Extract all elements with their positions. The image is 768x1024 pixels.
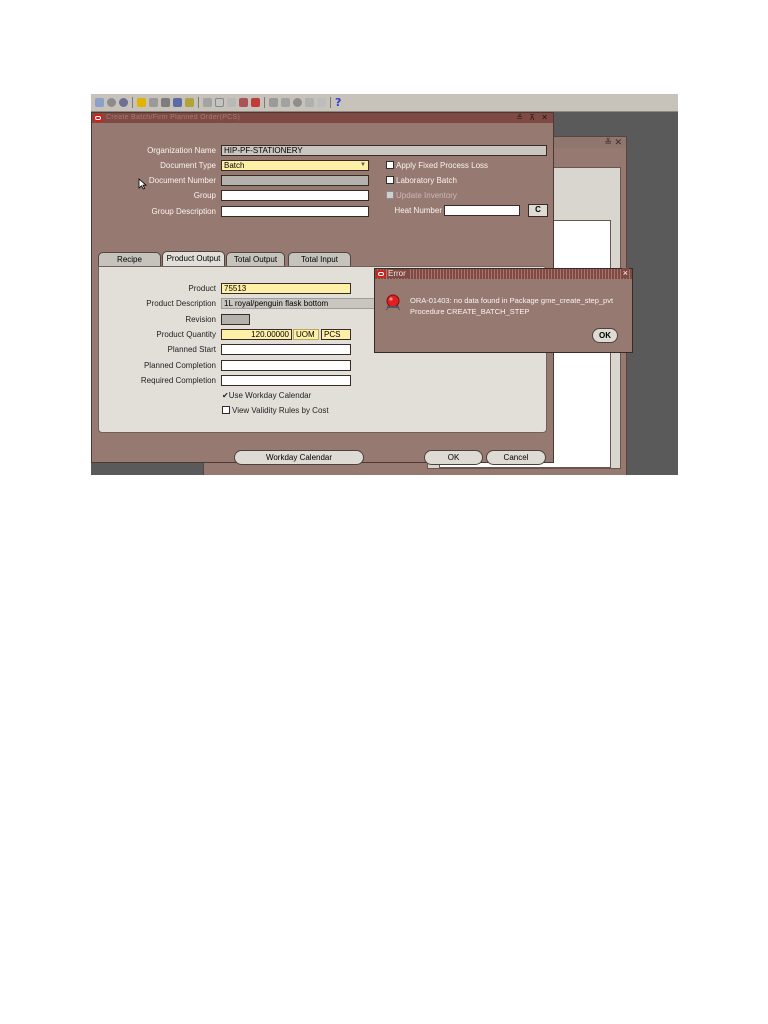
find-icon[interactable] bbox=[107, 98, 116, 107]
close-form-icon[interactable] bbox=[173, 98, 182, 107]
error-dialog: Error × ORA-01403: no data found in Pack… bbox=[374, 268, 633, 353]
tab-product-output[interactable]: Product Output bbox=[162, 251, 225, 267]
new-icon[interactable] bbox=[95, 98, 104, 107]
document-number-field[interactable] bbox=[221, 175, 369, 186]
update-inventory-checkbox: Update Inventory bbox=[386, 191, 457, 200]
error-message-line-2: Procedure CREATE_BATCH_STEP bbox=[410, 307, 530, 316]
toolbar: ? bbox=[91, 94, 678, 112]
ok-button[interactable]: OK bbox=[424, 450, 483, 465]
checkmark-icon: ✔ bbox=[222, 391, 229, 400]
laboratory-batch-label: Laboratory Batch bbox=[396, 176, 457, 185]
checkbox-box bbox=[386, 161, 394, 169]
checkbox-box bbox=[222, 406, 230, 414]
error-dialog-title: Error bbox=[388, 269, 409, 278]
translations-icon[interactable] bbox=[293, 98, 302, 107]
heat-number-lov-label: C bbox=[535, 205, 541, 214]
help-icon[interactable]: ? bbox=[335, 96, 341, 109]
heat-number-lov-button[interactable]: C bbox=[528, 204, 548, 217]
close-icon[interactable]: × bbox=[621, 268, 629, 278]
uom-label: UOM bbox=[293, 329, 319, 340]
toolbar-separator bbox=[132, 97, 133, 108]
window-controls[interactable]: ≚ ⊼ ✕ bbox=[516, 113, 550, 122]
chevron-down-icon[interactable]: ▼ bbox=[360, 161, 366, 170]
view-validity-rules-label: View Validity Rules by Cost bbox=[232, 406, 329, 415]
oracle-icon bbox=[93, 114, 103, 122]
save-icon[interactable] bbox=[149, 98, 158, 107]
planned-completion-label: Planned Completion bbox=[143, 361, 216, 370]
product-description-field: 1L royal/penguin flask bottom bbox=[221, 298, 381, 309]
folder-tools-icon[interactable] bbox=[305, 98, 314, 107]
group-field[interactable] bbox=[221, 190, 369, 201]
apply-fixed-process-loss-label: Apply Fixed Process Loss bbox=[396, 161, 489, 170]
planned-start-label: Planned Start bbox=[167, 345, 216, 354]
tab-total-input-label: Total Input bbox=[301, 255, 338, 264]
heat-number-label: Heat Number bbox=[394, 206, 442, 215]
tab-total-input[interactable]: Total Input bbox=[288, 252, 351, 266]
apply-fixed-process-loss-checkbox[interactable]: Apply Fixed Process Loss bbox=[386, 161, 488, 170]
workday-calendar-button[interactable]: Workday Calendar bbox=[234, 450, 364, 465]
document-number-label: Document Number bbox=[148, 176, 216, 185]
window-title-bar[interactable]: Create Batch/Firm Planned Order(PCS) ≚ ⊼… bbox=[92, 113, 553, 123]
mouse-pointer-icon bbox=[138, 178, 147, 190]
tab-product-output-label: Product Output bbox=[166, 254, 221, 263]
attachments-icon[interactable] bbox=[185, 98, 194, 107]
tab-total-output[interactable]: Total Output bbox=[226, 252, 285, 266]
organization-field: HIP-PF-STATIONERY bbox=[221, 145, 547, 156]
cancel-button[interactable]: Cancel bbox=[486, 450, 546, 465]
toolbar-separator bbox=[198, 97, 199, 108]
tab-recipe-label: Recipe bbox=[117, 255, 142, 264]
revision-field bbox=[221, 314, 250, 325]
organization-label: Organization Name bbox=[147, 146, 216, 155]
product-description-label: Product Description bbox=[146, 299, 216, 308]
document-type-label: Document Type bbox=[160, 161, 216, 170]
group-description-label: Group Description bbox=[151, 207, 216, 216]
laboratory-batch-checkbox[interactable]: Laboratory Batch bbox=[386, 176, 457, 185]
required-completion-field[interactable] bbox=[221, 375, 351, 386]
document-type-value: Batch bbox=[224, 161, 245, 170]
oracle-icon bbox=[376, 270, 386, 278]
paste-icon[interactable] bbox=[227, 98, 236, 107]
window-icon[interactable] bbox=[317, 98, 326, 107]
toolbar-separator bbox=[264, 97, 265, 108]
toolbar-separator bbox=[330, 97, 331, 108]
zoom-icon[interactable] bbox=[281, 98, 290, 107]
cut-icon[interactable] bbox=[203, 98, 212, 107]
planned-start-field[interactable] bbox=[221, 344, 351, 355]
edit-icon[interactable] bbox=[269, 98, 278, 107]
window-title: Create Batch/Firm Planned Order(PCS) bbox=[106, 114, 241, 121]
error-ok-button[interactable]: OK bbox=[592, 328, 618, 343]
use-workday-calendar-label: Use Workday Calendar bbox=[228, 391, 312, 400]
heat-number-field[interactable] bbox=[444, 205, 520, 216]
planned-completion-field[interactable] bbox=[221, 360, 351, 371]
use-workday-calendar-checkbox[interactable]: ✔Use Workday Calendar bbox=[222, 391, 311, 400]
open-folder-icon[interactable] bbox=[137, 98, 146, 107]
error-message-line-1: ORA-01403: no data found in Package gme_… bbox=[410, 296, 614, 305]
clear-icon[interactable] bbox=[239, 98, 248, 107]
tab-total-output-label: Total Output bbox=[233, 255, 278, 264]
product-quantity-label: Product Quantity bbox=[156, 330, 216, 339]
tab-recipe[interactable]: Recipe bbox=[98, 252, 161, 266]
product-label: Product bbox=[188, 284, 216, 293]
navigator-icon[interactable] bbox=[119, 98, 128, 107]
checkbox-box bbox=[386, 191, 394, 199]
copy-icon[interactable] bbox=[215, 98, 224, 107]
error-message: ORA-01403: no data found in Package gme_… bbox=[410, 295, 613, 317]
alarm-bell-icon bbox=[385, 294, 401, 311]
view-validity-rules-checkbox[interactable]: View Validity Rules by Cost bbox=[222, 406, 329, 415]
screenshot-area: ? ≚ ✕ Create Batch/Firm Planned Order(PC… bbox=[91, 94, 678, 475]
update-inventory-label: Update Inventory bbox=[396, 191, 457, 200]
delete-icon[interactable] bbox=[251, 98, 260, 107]
document-type-field[interactable]: Batch ▼ bbox=[221, 160, 369, 171]
required-completion-label: Required Completion bbox=[140, 376, 216, 385]
product-quantity-field[interactable]: 120.00000 bbox=[221, 329, 292, 340]
uom-field[interactable]: PCS bbox=[321, 329, 351, 340]
group-description-field[interactable] bbox=[221, 206, 369, 217]
error-dialog-title-bar[interactable]: Error × bbox=[375, 268, 632, 279]
group-label: Group bbox=[193, 191, 216, 200]
print-icon[interactable] bbox=[161, 98, 170, 107]
checkbox-box bbox=[386, 176, 394, 184]
product-field[interactable]: 75513 bbox=[221, 283, 351, 294]
revision-label: Revision bbox=[185, 315, 216, 324]
